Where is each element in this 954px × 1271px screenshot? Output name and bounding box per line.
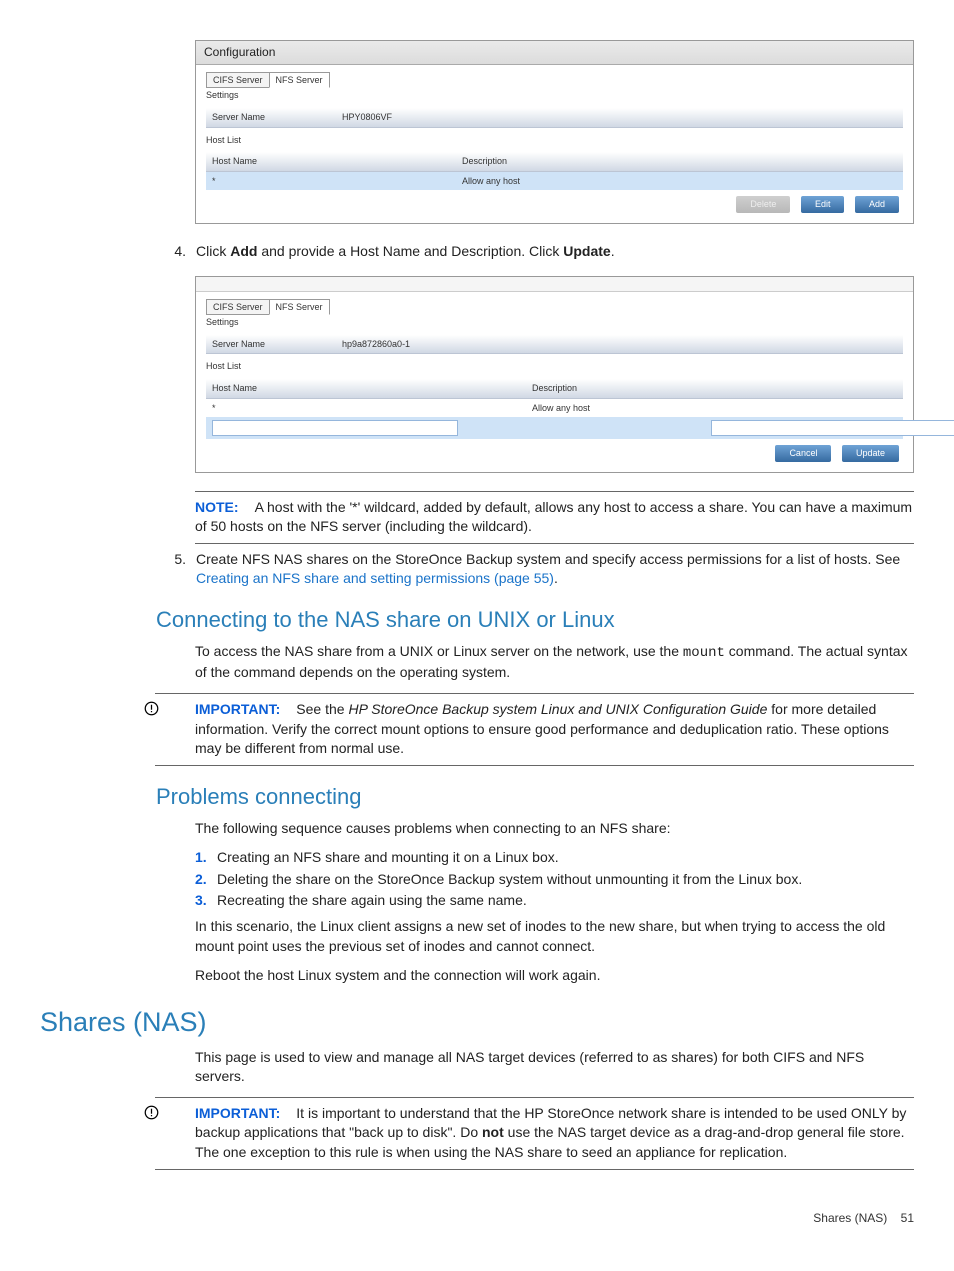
server-name-value: hp9a872860a0-1 bbox=[342, 338, 897, 351]
server-name-value: HPY0806VF bbox=[342, 111, 897, 124]
update-button[interactable]: Update bbox=[842, 445, 899, 462]
tabs: CIFS ServerNFS Server bbox=[206, 71, 903, 88]
note-label: NOTE: bbox=[195, 499, 239, 515]
para-problems-intro: The following sequence causes problems w… bbox=[195, 819, 914, 839]
add-button[interactable]: Add bbox=[855, 196, 899, 213]
col-description: Description bbox=[462, 155, 507, 168]
important-block: IMPORTANT:See the HP StoreOnce Backup sy… bbox=[40, 700, 914, 759]
para-connect: To access the NAS share from a UNIX or L… bbox=[195, 642, 914, 683]
para-shares-intro: This page is used to view and manage all… bbox=[195, 1048, 914, 1087]
link-creating-nfs-share[interactable]: Creating an NFS share and setting permis… bbox=[196, 570, 554, 586]
host-desc-cell: Allow any host bbox=[462, 175, 520, 188]
delete-button[interactable]: Delete bbox=[736, 196, 790, 213]
window-title: Configuration bbox=[196, 41, 913, 65]
host-list-label: Host List bbox=[206, 134, 903, 147]
host-row-selected[interactable]: * Allow any host bbox=[206, 172, 903, 191]
note-block: NOTE:A host with the '*' wildcard, added… bbox=[195, 498, 914, 537]
tab-cifs-server[interactable]: CIFS Server bbox=[206, 299, 270, 316]
host-list-header: Host Name Description bbox=[206, 379, 903, 399]
heading-problems-connecting: Problems connecting bbox=[156, 782, 914, 813]
host-desc-cell: Allow any host bbox=[532, 402, 590, 415]
settings-label: Settings bbox=[206, 89, 903, 102]
host-name-cell: * bbox=[212, 402, 532, 415]
screenshot-configuration-nfs: Configuration CIFS ServerNFS Server Sett… bbox=[195, 40, 914, 224]
col-host-name: Host Name bbox=[212, 155, 462, 168]
host-list-header: Host Name Description bbox=[206, 152, 903, 172]
page-footer: Shares (NAS) 51 bbox=[40, 1210, 914, 1227]
server-name-row: Server Name hp9a872860a0-1 bbox=[206, 335, 903, 355]
host-row: * Allow any host bbox=[206, 399, 903, 418]
host-list-label: Host List bbox=[206, 360, 903, 373]
host-name-cell: * bbox=[212, 175, 462, 188]
heading-shares-nas: Shares (NAS) bbox=[40, 1004, 914, 1042]
col-host-name: Host Name bbox=[212, 382, 532, 395]
important-icon bbox=[40, 1104, 195, 1120]
step-5: 5. Create NFS NAS shares on the StoreOnc… bbox=[40, 550, 914, 589]
heading-connecting-nas: Connecting to the NAS share on UNIX or L… bbox=[156, 605, 914, 636]
server-name-label: Server Name bbox=[212, 111, 342, 124]
problems-list: 1.Creating an NFS share and mounting it … bbox=[195, 848, 914, 911]
col-description: Description bbox=[532, 382, 577, 395]
tab-nfs-server[interactable]: NFS Server bbox=[269, 72, 330, 89]
para-problems-2: In this scenario, the Linux client assig… bbox=[195, 917, 914, 956]
tab-nfs-server[interactable]: NFS Server bbox=[269, 299, 330, 316]
server-name-label: Server Name bbox=[212, 338, 342, 351]
tab-cifs-server[interactable]: CIFS Server bbox=[206, 72, 270, 89]
host-row-editing bbox=[206, 417, 903, 439]
important-icon bbox=[40, 700, 195, 716]
important-label: IMPORTANT: bbox=[195, 1105, 280, 1121]
host-name-input[interactable] bbox=[212, 420, 458, 436]
tabs: CIFS ServerNFS Server bbox=[206, 298, 903, 315]
step-4: 4. Click Add and provide a Host Name and… bbox=[40, 242, 914, 262]
host-desc-input[interactable] bbox=[711, 420, 954, 436]
step-number: 4. bbox=[156, 242, 186, 262]
important-block-2: IMPORTANT:It is important to understand … bbox=[40, 1104, 914, 1163]
para-problems-3: Reboot the host Linux system and the con… bbox=[195, 966, 914, 986]
settings-label: Settings bbox=[206, 316, 903, 329]
cancel-button[interactable]: Cancel bbox=[775, 445, 831, 462]
screenshot-nfs-add-host: CIFS ServerNFS Server Settings Server Na… bbox=[195, 276, 914, 473]
step-number: 5. bbox=[156, 550, 186, 589]
server-name-row: Server Name HPY0806VF bbox=[206, 108, 903, 128]
important-label: IMPORTANT: bbox=[195, 701, 280, 717]
edit-button[interactable]: Edit bbox=[801, 196, 845, 213]
